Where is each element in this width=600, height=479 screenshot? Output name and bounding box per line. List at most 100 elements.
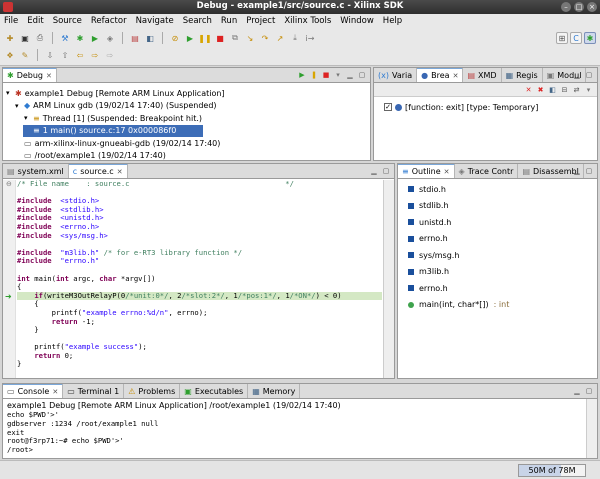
sdk-tools-icon[interactable]: ◧ [144, 32, 156, 44]
editor-gutter[interactable]: ➜ ⊖ [3, 180, 16, 378]
resume-icon[interactable]: ▶ [184, 32, 196, 44]
menu-source[interactable]: Source [53, 16, 82, 26]
breakpoint-item[interactable]: ✓ [function: exit] [type: Temporary] [384, 101, 538, 113]
console-output[interactable]: echo $PWD'>' gdbserver :1234 /root/exampl… [7, 410, 583, 455]
menu-edit[interactable]: Edit [27, 16, 43, 26]
maximize-view-icon[interactable]: ▢ [584, 166, 594, 176]
forward-icon[interactable]: ⇨ [89, 49, 101, 61]
expand-toggle-icon[interactable]: ▾ [6, 89, 12, 97]
outline-item[interactable]: stdlib.h [408, 200, 449, 212]
outline-item[interactable]: errno.h [408, 233, 448, 245]
step-over-icon[interactable]: ↷ [259, 32, 271, 44]
save-icon[interactable]: ▣ [19, 32, 31, 44]
heap-status[interactable]: 50M of 78M [518, 464, 586, 477]
print-icon[interactable]: ⎙ [34, 32, 46, 44]
tab-brea[interactable]: ● Brea ✕ [417, 68, 464, 82]
menu-xilinx-tools[interactable]: Xilinx Tools [284, 16, 331, 26]
tab-system-xml[interactable]: ▤ system.xml [3, 164, 69, 178]
view-menu-icon[interactable]: ▾ [584, 85, 593, 94]
program-fpga-icon[interactable]: ▤ [129, 32, 141, 44]
debug-tree-item[interactable]: ▾ ✱ example1 Debug [Remote ARM Linux Appli… [6, 87, 225, 99]
close-tab-icon[interactable]: ✕ [444, 168, 450, 176]
code-area[interactable]: /* File name : source.c */#include <stdi… [17, 179, 382, 378]
maximize-icon[interactable]: □ [574, 2, 584, 12]
menu-window[interactable]: Window [340, 16, 374, 26]
menu-project[interactable]: Project [246, 16, 275, 26]
menu-navigate[interactable]: Navigate [136, 16, 174, 26]
minimize-view-icon[interactable]: ▁ [345, 70, 355, 80]
prev-annotation-icon[interactable]: ⇧ [59, 49, 71, 61]
close-tab-icon[interactable]: ✕ [52, 388, 58, 396]
minimize-view-icon[interactable]: ▁ [369, 166, 379, 176]
tab-outline[interactable]: ≡ Outline ✕ [398, 164, 455, 178]
skip-breakpoints-icon[interactable]: ⊘ [169, 32, 181, 44]
menu-refactor[interactable]: Refactor [91, 16, 127, 26]
minimize-view-icon[interactable]: ▁ [572, 386, 582, 396]
close-tab-icon[interactable]: ✕ [453, 72, 459, 80]
drop-to-frame-icon[interactable]: ⤓ [289, 32, 301, 44]
expand-toggle-icon[interactable]: ▾ [15, 102, 21, 110]
outline-item[interactable]: main(int, char*[]) : int [408, 299, 509, 311]
maximize-view-icon[interactable]: ▢ [584, 386, 594, 396]
remove-breakpoint-icon[interactable]: ✕ [524, 85, 533, 94]
outline-item[interactable]: unistd.h [408, 216, 451, 228]
tab-terminal-1[interactable]: ▭ Terminal 1 [63, 384, 125, 398]
maximize-view-icon[interactable]: ▢ [584, 70, 594, 80]
menu-file[interactable]: File [4, 16, 18, 26]
tab-memory[interactable]: ▦ Memory [248, 384, 301, 398]
debug-tree-item[interactable]: ▾ ≡ Thread [1] (Suspended: Breakpoint hit.… [24, 112, 202, 124]
outline-item[interactable]: m3lib.h [408, 266, 449, 278]
expand-toggle-icon[interactable]: ▾ [24, 114, 30, 122]
minimize-view-icon[interactable]: ▁ [572, 166, 582, 176]
terminate-icon[interactable]: ■ [321, 70, 331, 80]
run-icon[interactable]: ▶ [89, 32, 101, 44]
step-return-icon[interactable]: ↗ [274, 32, 286, 44]
debug-tree-item[interactable]: ▭/root/example1 (19/02/14 17:40) [15, 150, 166, 160]
tab-executables[interactable]: ▣ Executables [180, 384, 249, 398]
minimize-icon[interactable]: – [561, 2, 571, 12]
close-icon[interactable]: × [587, 2, 597, 12]
last-edit-icon[interactable]: ⇨ [104, 49, 116, 61]
debug-tree-item[interactable]: ▾ ◆ ARM Linux gdb (19/02/14 17:40) (Suspen… [15, 100, 217, 112]
view-menu-icon[interactable]: ▾ [333, 70, 343, 80]
open-type-icon[interactable]: ❖ [4, 49, 16, 61]
debug-perspective-icon[interactable]: ✱ [584, 32, 596, 44]
fold-icon[interactable]: ⊖ [6, 180, 12, 188]
show-supported-icon[interactable]: ◧ [548, 85, 557, 94]
tab-console[interactable]: ▭ Console ✕ [3, 384, 64, 398]
tab-trace-contr[interactable]: ◈ Trace Contr [455, 164, 519, 178]
new-icon[interactable]: ✚ [4, 32, 16, 44]
menu-help[interactable]: Help [383, 16, 402, 26]
menu-search[interactable]: Search [183, 16, 212, 26]
tab-source-c[interactable]: c source.c ✕ [68, 164, 128, 178]
debug-tree-item[interactable]: ≡ 1 main() source.c:17 0x000086f0 [23, 124, 203, 137]
remove-all-breakpoints-icon[interactable]: ✖ [536, 85, 545, 94]
resume-icon[interactable]: ▶ [297, 70, 307, 80]
link-icon[interactable]: ⇄ [572, 85, 581, 94]
build-icon[interactable]: ⚒ [59, 32, 71, 44]
tab-problems[interactable]: ⚠ Problems [124, 384, 181, 398]
instruction-step-icon[interactable]: i→ [304, 32, 316, 44]
tab-varia[interactable]: (x) Varia [374, 68, 418, 82]
outline-item[interactable]: stdio.h [408, 183, 446, 195]
debug-icon[interactable]: ✱ [74, 32, 86, 44]
menu-run[interactable]: Run [221, 16, 237, 26]
suspend-icon[interactable]: ❚ [309, 70, 319, 80]
disconnect-icon[interactable]: ⧉ [229, 32, 241, 44]
debug-tree-item[interactable]: ▭ arm-xilinx-linux-gnueabi-gdb (19/02/14 … [15, 137, 220, 149]
terminate-icon[interactable]: ■ [214, 32, 226, 44]
back-icon[interactable]: ⇦ [74, 49, 86, 61]
step-into-icon[interactable]: ↘ [244, 32, 256, 44]
collapse-all-icon[interactable]: ⊟ [560, 85, 569, 94]
tab-regis[interactable]: ▦ Regis [502, 68, 543, 82]
console-scrollbar[interactable] [586, 399, 597, 458]
tab-debug[interactable]: ✱ Debug ✕ [3, 68, 57, 82]
next-annotation-icon[interactable]: ⇩ [44, 49, 56, 61]
minimize-view-icon[interactable]: ▁ [572, 70, 582, 80]
outline-item[interactable]: errno.h [408, 282, 448, 294]
open-element-icon[interactable]: ✎ [19, 49, 31, 61]
maximize-view-icon[interactable]: ▢ [381, 166, 391, 176]
outline-item[interactable]: sys/msg.h [408, 249, 459, 261]
external-tools-icon[interactable]: ◈ [104, 32, 116, 44]
c-cpp-perspective-icon[interactable]: C [570, 32, 582, 44]
